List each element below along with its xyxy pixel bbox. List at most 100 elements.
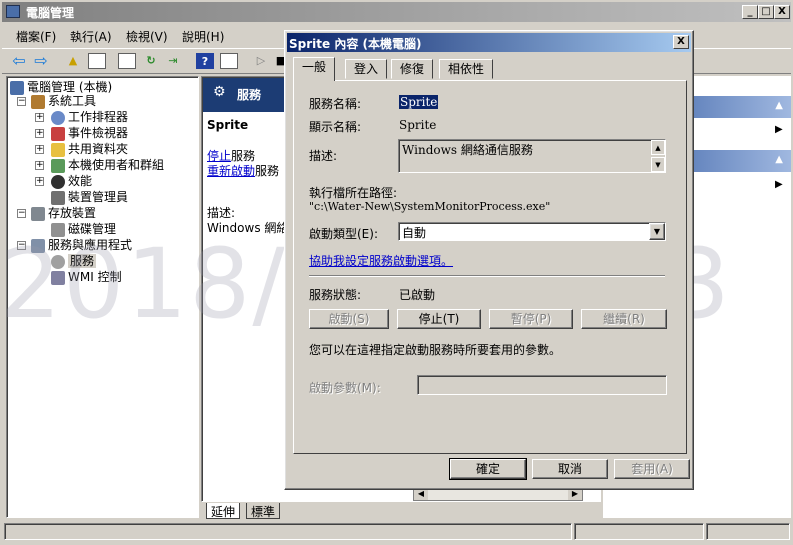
scroll-up-icon[interactable]: ▲: [651, 140, 665, 155]
status-segment: [4, 523, 572, 540]
performance-icon: [51, 174, 65, 189]
collapse-toggle[interactable]: −: [17, 241, 26, 250]
tree-item-local-users[interactable]: 本機使用者和群組: [51, 157, 164, 173]
help-startup-link[interactable]: 協助我設定服務啟動選項。: [309, 252, 453, 269]
expand-toggle[interactable]: +: [35, 113, 44, 122]
close-button[interactable]: X: [774, 5, 790, 19]
export-icon[interactable]: ⇥: [164, 52, 182, 70]
expand-toggle[interactable]: +: [35, 145, 44, 154]
tree-item-label: WMI 控制: [68, 270, 122, 284]
menu-action[interactable]: 執行(A): [70, 28, 112, 45]
tree-pane: 電腦管理 (本機) − 系統工具 + 工作排程器 + 事件檢視器 + 共用資料夾…: [6, 76, 199, 518]
tree-item-services[interactable]: 服務: [51, 253, 97, 269]
computer-management-icon: [6, 5, 20, 18]
dialog-close-button[interactable]: X: [673, 35, 689, 49]
shared-folder-icon: [51, 142, 65, 157]
tree-item-event-viewer[interactable]: 事件檢視器: [51, 125, 128, 141]
menu-file[interactable]: 檔案(F): [16, 28, 56, 45]
expand-toggle[interactable]: +: [35, 177, 44, 186]
cancel-button[interactable]: 取消: [532, 459, 608, 479]
tree-item-wmi[interactable]: WMI 控制: [51, 269, 122, 285]
more-actions-arrow-icon[interactable]: ▶: [775, 179, 783, 190]
display-name-value: Sprite: [399, 118, 437, 132]
refresh-icon[interactable]: ↻: [142, 52, 160, 70]
service-name-value[interactable]: Sprite: [399, 95, 439, 109]
startup-type-select[interactable]: 自動 ▼: [398, 222, 666, 241]
tree-item-system-tools[interactable]: 系統工具: [31, 93, 96, 109]
service-status-value: 已啟動: [399, 288, 436, 302]
tab-extended-label: 延伸: [211, 505, 236, 519]
tree-item-label: 共用資料夾: [68, 142, 129, 156]
service-status-label: 服務狀態:: [309, 288, 362, 302]
dialog-titlebar: Sprite 內容 (本機電腦) X: [287, 33, 691, 52]
tree-item-shared-folders[interactable]: 共用資料夾: [51, 141, 128, 157]
tree-item-task-scheduler[interactable]: 工作排程器: [51, 109, 128, 125]
wmi-icon: [51, 270, 65, 285]
restart-service-link[interactable]: 重新啟動服務: [207, 162, 279, 179]
apply-button[interactable]: 套用(A): [614, 459, 690, 479]
play-icon[interactable]: ▷: [252, 52, 270, 70]
collapse-up-icon[interactable]: ▲: [775, 100, 783, 111]
collapse-up-icon[interactable]: ▲: [775, 154, 783, 165]
start-params-input[interactable]: [417, 375, 667, 395]
up-folder-icon[interactable]: ▲: [64, 52, 82, 70]
help-icon[interactable]: ?: [196, 53, 214, 69]
properties-dialog: Sprite 內容 (本機電腦) X 一般 登入 修復 相依性 服務名稱: Sp…: [284, 30, 694, 490]
scroll-down-icon[interactable]: ▼: [651, 157, 665, 172]
tree-item-label: 系統工具: [48, 94, 97, 108]
tree-item-label: 服務與應用程式: [48, 238, 133, 252]
minimize-button[interactable]: _: [742, 5, 758, 19]
services-header: ⚙ 服務: [203, 78, 287, 112]
tab-logon[interactable]: 登入: [345, 59, 388, 79]
tab-general[interactable]: 一般: [293, 57, 336, 81]
properties-icon[interactable]: [118, 53, 136, 69]
exe-path-value: "c:\Water-New\SystemMonitorProcess.exe": [309, 200, 551, 213]
tab-standard[interactable]: 標準: [246, 503, 281, 519]
tab-logon-label: 登入: [354, 62, 379, 76]
more-actions-arrow-icon[interactable]: ▶: [775, 124, 783, 135]
stop-button[interactable]: 停止(T): [397, 309, 481, 329]
collapse-toggle[interactable]: −: [17, 97, 26, 106]
chevron-down-icon[interactable]: ▼: [649, 223, 665, 240]
ok-button[interactable]: 確定: [449, 458, 527, 480]
menu-help[interactable]: 說明(H): [182, 28, 224, 45]
maximize-button[interactable]: □: [758, 5, 774, 19]
startup-type-value: 自動: [402, 226, 427, 240]
tree-item-disk-management[interactable]: 磁碟管理: [51, 221, 116, 237]
tree-item-device-manager[interactable]: 裝置管理員: [51, 189, 128, 205]
forward-arrow-icon[interactable]: ⇨: [32, 52, 50, 70]
collapse-toggle[interactable]: −: [17, 209, 26, 218]
stop-link-text[interactable]: 停止: [207, 149, 231, 163]
menu-view[interactable]: 檢視(V): [126, 28, 168, 45]
back-arrow-icon[interactable]: ⇦: [10, 52, 28, 70]
tree-item-performance[interactable]: 效能: [51, 173, 92, 189]
tools-icon: [31, 94, 45, 109]
start-button[interactable]: 啟動(S): [309, 309, 389, 329]
start-params-label: 啟動參數(M):: [309, 381, 381, 395]
restart-link-suffix: 服務: [255, 164, 280, 178]
services-apps-icon: [31, 238, 45, 253]
pause-button[interactable]: 暫停(P): [489, 309, 573, 329]
tab-extended[interactable]: 延伸: [206, 503, 241, 519]
center-service-name: Sprite: [207, 118, 249, 132]
tab-recovery[interactable]: 修復: [391, 59, 434, 79]
tree-item-storage[interactable]: 存放裝置: [31, 205, 96, 221]
tree-root-label: 電腦管理 (本機): [27, 80, 113, 94]
description-value: Windows 網絡通信服務: [402, 143, 533, 157]
gear-icon: ⚙: [213, 84, 226, 100]
expand-toggle[interactable]: +: [35, 161, 44, 170]
status-segment: [574, 523, 704, 540]
restart-link-text[interactable]: 重新啟動: [207, 164, 255, 178]
resume-button[interactable]: 繼續(R): [581, 309, 667, 329]
tab-general-label: 一般: [302, 60, 327, 74]
tree-item-label: 裝置管理員: [68, 190, 129, 204]
description-textbox[interactable]: Windows 網絡通信服務 ▲ ▼: [398, 139, 666, 173]
disk-icon: [51, 222, 65, 237]
show-tree-icon[interactable]: [88, 53, 106, 69]
tab-dependencies[interactable]: 相依性: [439, 59, 494, 79]
expand-toggle[interactable]: +: [35, 129, 44, 138]
tree-item-services-apps[interactable]: 服務與應用程式: [31, 237, 132, 253]
dialog-tab-strip: 一般 登入 修復 相依性: [293, 57, 687, 81]
status-bar: [2, 521, 791, 541]
console-icon[interactable]: [220, 53, 238, 69]
